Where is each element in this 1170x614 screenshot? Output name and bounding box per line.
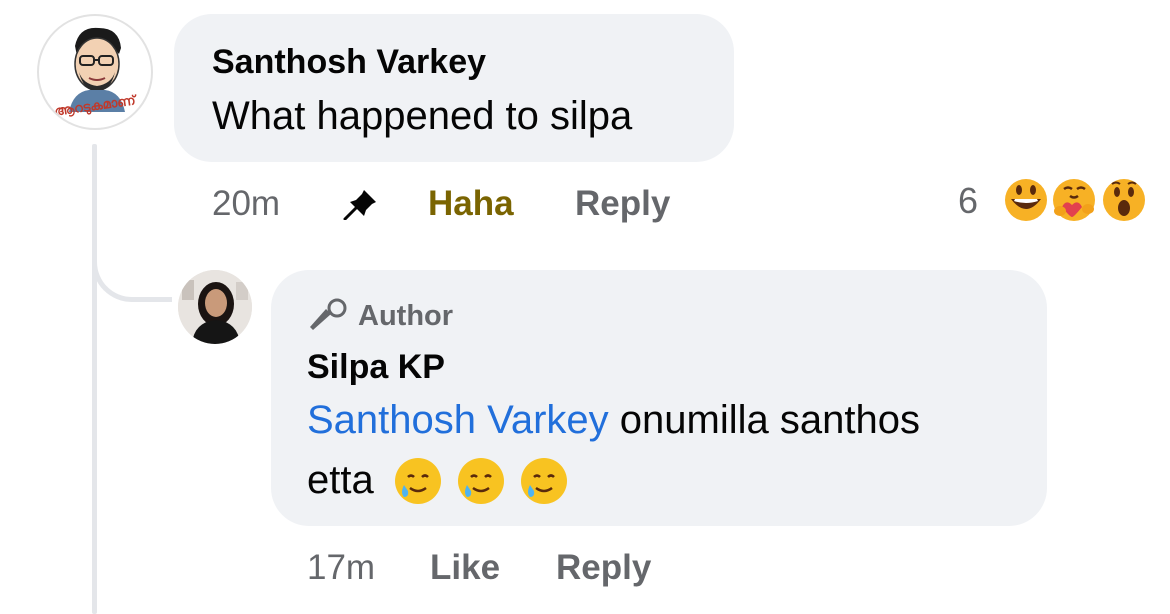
reply-text: onumilla santhos xyxy=(608,398,920,442)
author-badge: Author xyxy=(358,300,454,332)
thread-line xyxy=(92,144,97,614)
reply-text-line1: Santhosh Varkey onumilla santhos xyxy=(307,398,920,443)
astonished-face-icon xyxy=(1101,177,1147,223)
reply-reply-button[interactable]: Reply xyxy=(556,548,651,588)
reply-connector xyxy=(92,250,172,302)
smiling-face-with-tear-icon xyxy=(518,455,570,512)
reaction-summary[interactable] xyxy=(1002,175,1152,225)
commenter-avatar[interactable]: ആറടുകമാണ് xyxy=(37,14,153,130)
microphone-icon xyxy=(307,298,349,339)
smiling-face-with-tear-icon xyxy=(455,455,507,512)
profile-photo-image xyxy=(178,270,252,344)
like-button[interactable]: Like xyxy=(430,548,500,588)
comment-bubble[interactable] xyxy=(174,14,734,162)
comment-author-name[interactable]: Santhosh Varkey xyxy=(212,43,486,82)
haha-reaction-button[interactable]: Haha xyxy=(428,184,514,224)
reply-text-end: etta xyxy=(307,458,374,502)
pin-icon xyxy=(342,188,378,225)
comment-text: What happened to silpa xyxy=(212,94,633,138)
grinning-face-icon xyxy=(1003,177,1049,223)
reply-text-line2: etta xyxy=(307,458,374,503)
mention-link[interactable]: Santhosh Varkey xyxy=(307,398,609,442)
smiling-face-with-tear-icon xyxy=(392,455,444,512)
reaction-count[interactable]: 6 xyxy=(958,180,978,222)
comment-timestamp[interactable]: 20m xyxy=(212,184,280,224)
reply-button[interactable]: Reply xyxy=(575,184,670,224)
reply-author-name[interactable]: Silpa KP xyxy=(307,348,445,387)
hugging-face-icon xyxy=(1051,177,1097,223)
reply-author-avatar[interactable] xyxy=(178,270,252,344)
reply-timestamp[interactable]: 17m xyxy=(307,548,375,588)
